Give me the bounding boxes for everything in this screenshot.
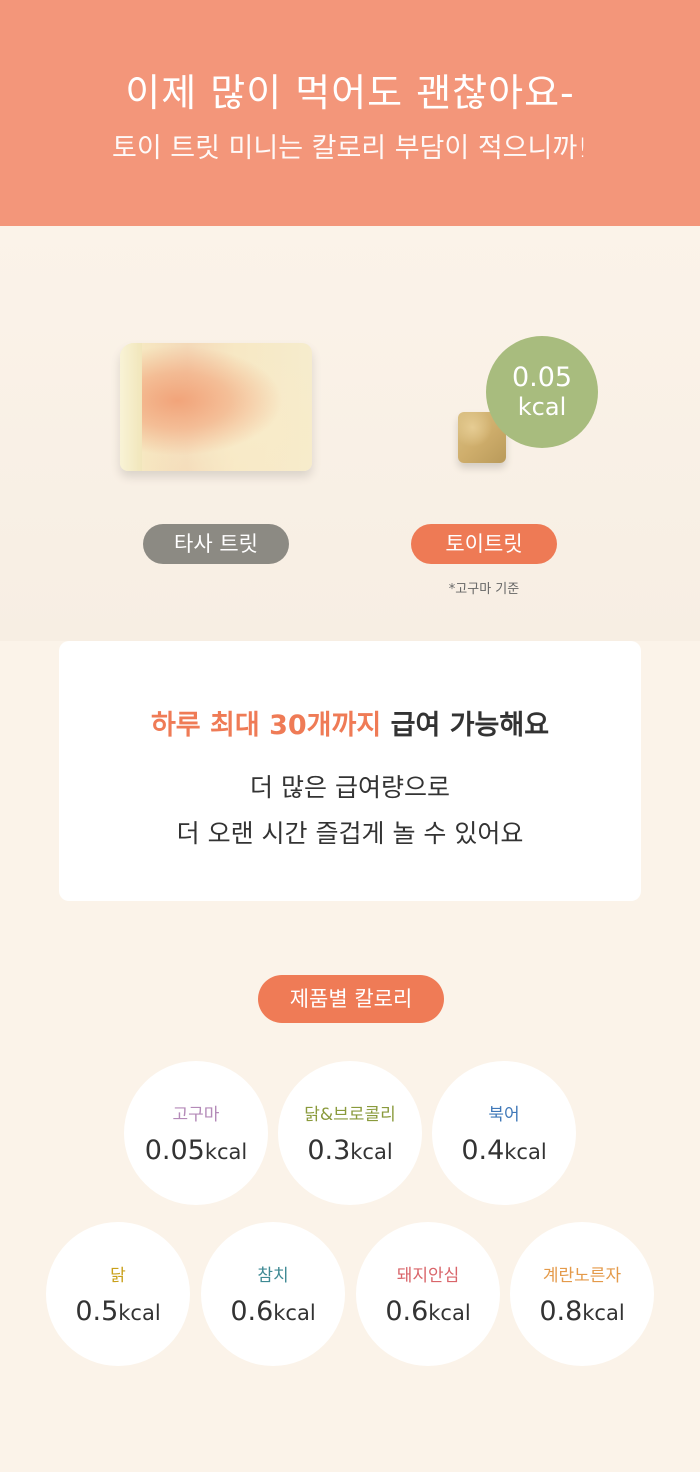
kcal-bubble-unit: kcal <box>517 393 567 421</box>
calorie-item-sweet-potato: 고구마 0.05kcal <box>124 1061 268 1205</box>
calorie-item-value: 0.6kcal <box>230 1296 316 1327</box>
calorie-item-pollack: 북어 0.4kcal <box>432 1061 576 1205</box>
page-subtitle: 토이 트릿 미니는 칼로리 부담이 적으니까! <box>111 133 588 164</box>
card-text-line-2: 더 오랜 시간 즐겁게 놀 수 있어요 <box>176 819 524 848</box>
calorie-item-name: 북어 <box>488 1105 520 1125</box>
calorie-item-pork-tenderloin: 돼지안심 0.6kcal <box>356 1222 500 1366</box>
calorie-item-chicken: 닭 0.5kcal <box>46 1222 190 1366</box>
calorie-item-chicken-broccoli: 닭&브로콜리 0.3kcal <box>278 1061 422 1205</box>
page-title: 이제 많이 먹어도 괜찮아요- <box>125 71 575 115</box>
card-title: 하루 최대 30개까지 급여 가능해요 <box>59 703 641 742</box>
kcal-bubble-value: 0.05 <box>511 362 573 393</box>
header-banner: 이제 많이 먹어도 괜찮아요- 토이 트릿 미니는 칼로리 부담이 적으니까! <box>0 0 700 226</box>
card-text-line-1: 더 많은 급여량으로 <box>250 773 450 802</box>
calorie-item-tuna: 참치 0.6kcal <box>201 1222 345 1366</box>
calorie-item-value: 0.8kcal <box>539 1296 625 1327</box>
comparison-photo <box>0 226 700 641</box>
calorie-item-name: 참치 <box>257 1266 289 1286</box>
other-brand-label: 타사 트릿 <box>143 524 289 564</box>
card-title-highlight: 하루 최대 30개까지 <box>150 710 382 741</box>
calorie-item-value: 0.4kcal <box>461 1135 547 1166</box>
calorie-section-label: 제품별 칼로리 <box>258 975 444 1023</box>
toytreat-label: 토이트릿 <box>411 524 557 564</box>
calorie-item-name: 고구마 <box>172 1105 220 1125</box>
kcal-bubble: 0.05 kcal <box>486 336 598 448</box>
calorie-item-egg-yolk: 계란노른자 0.8kcal <box>510 1222 654 1366</box>
calorie-item-name: 닭&브로콜리 <box>304 1105 396 1125</box>
feeding-info-card: 하루 최대 30개까지 급여 가능해요 더 많은 급여량으로 더 오랜 시간 즐… <box>59 641 641 901</box>
calorie-item-value: 0.6kcal <box>385 1296 471 1327</box>
calorie-item-value: 0.3kcal <box>307 1135 393 1166</box>
other-brand-treat-image <box>120 343 312 471</box>
calorie-item-value: 0.5kcal <box>75 1296 161 1327</box>
calorie-item-name: 돼지안심 <box>396 1266 460 1286</box>
card-title-rest: 급여 가능해요 <box>390 710 550 741</box>
calorie-item-name: 계란노른자 <box>542 1266 622 1286</box>
calorie-item-value: 0.05kcal <box>144 1135 248 1166</box>
basis-footnote: *고구마 기준 <box>448 582 520 597</box>
calorie-item-name: 닭 <box>110 1266 126 1286</box>
